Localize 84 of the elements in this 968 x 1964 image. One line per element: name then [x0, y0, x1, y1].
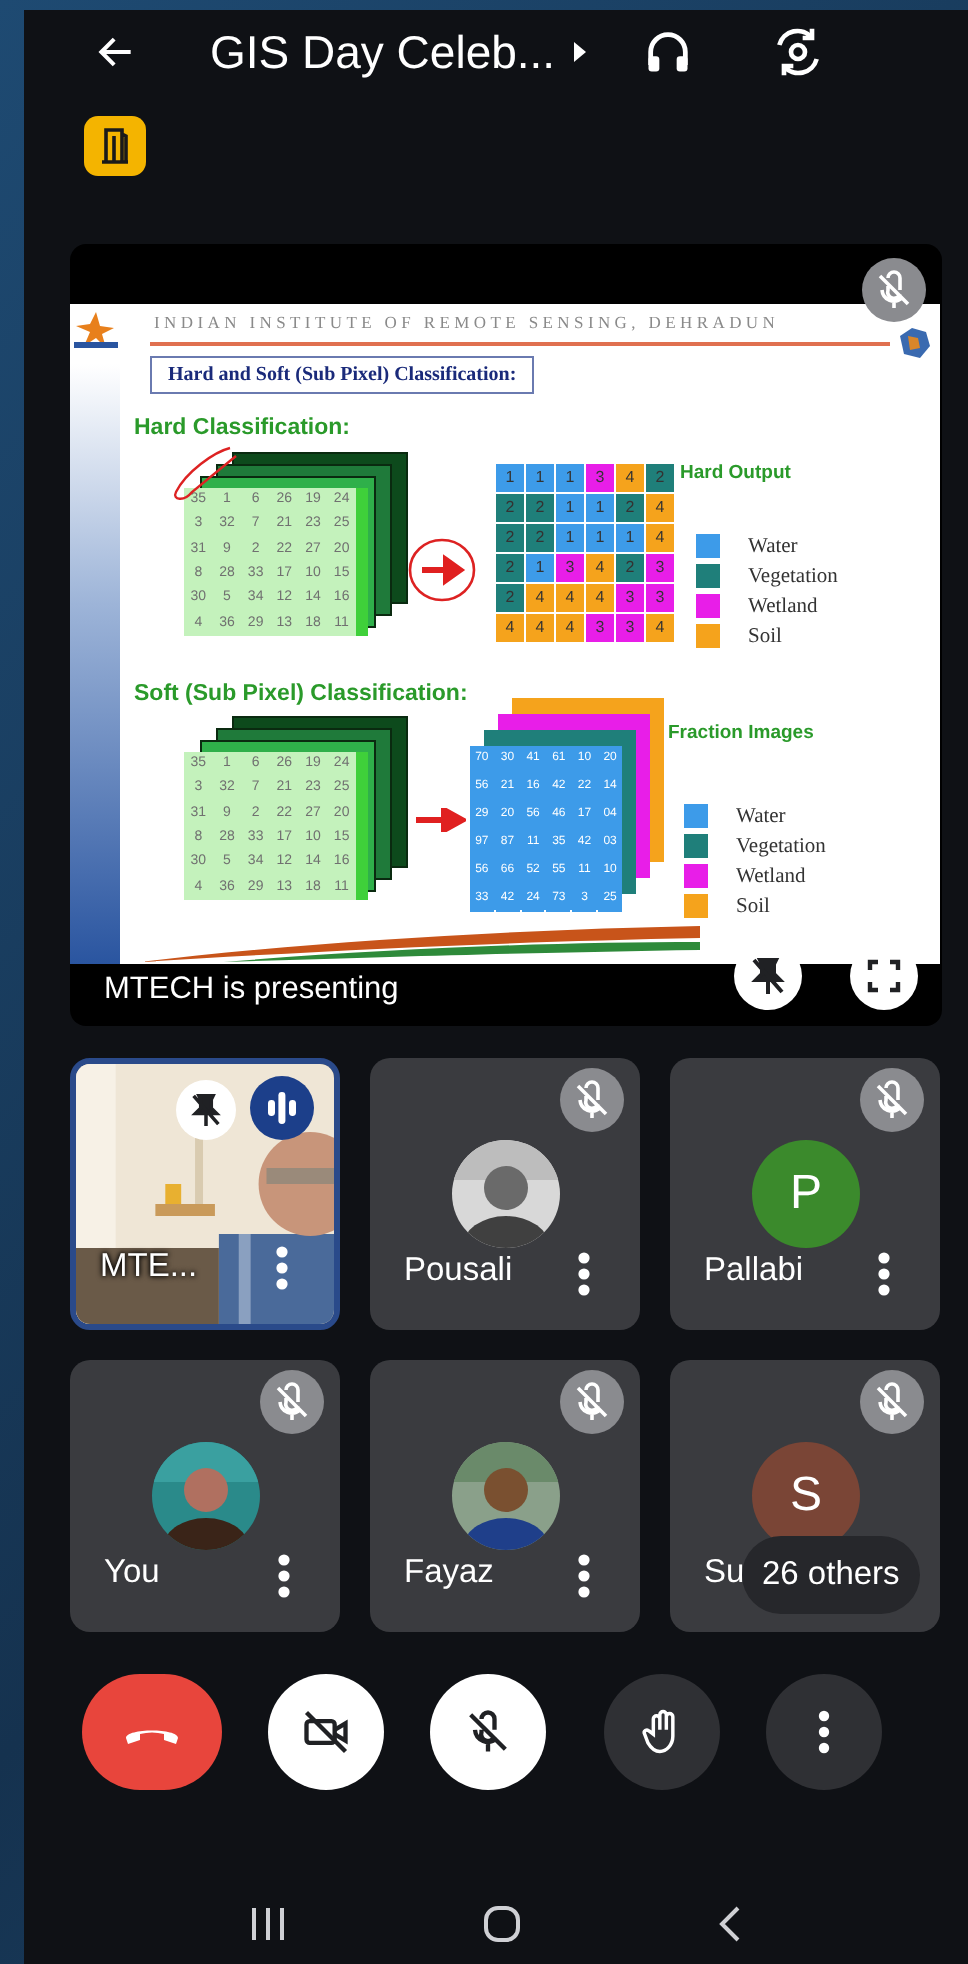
grid-cell: 4: [556, 584, 584, 612]
participant-name: Pallabi: [704, 1252, 804, 1290]
grid-cell: 2: [526, 494, 554, 522]
participant-name: Su: [704, 1554, 745, 1592]
meeting-title[interactable]: GIS Day Celeb...: [210, 25, 556, 79]
grid-cell: 3: [556, 554, 584, 582]
grid-cell: 2: [526, 524, 554, 552]
grid-cell: 4: [496, 614, 524, 642]
legend-label: Water: [736, 805, 786, 827]
map-logo-icon: [896, 324, 932, 360]
grid-cell: 4: [556, 614, 584, 642]
grid-cell: 4: [646, 494, 674, 522]
logo-icon: [74, 310, 118, 350]
output-label: Fraction Images: [668, 722, 814, 744]
legend-label: Water: [748, 535, 798, 557]
output-label: Hard Output: [680, 462, 791, 484]
door-icon[interactable]: [84, 116, 146, 176]
grid-cell: 1: [556, 464, 584, 492]
more-options-icon[interactable]: [576, 1250, 592, 1298]
grid-cell: 3: [586, 464, 614, 492]
slide-title: Hard and Soft (Sub Pixel) Classification:: [150, 356, 535, 394]
more-vertical-icon: [818, 1710, 830, 1754]
grid-cell: 1: [496, 464, 524, 492]
grid-cell: 2: [496, 524, 524, 552]
participant-tile[interactable]: S Su 26 others: [670, 1360, 940, 1632]
participant-name: MTE...: [100, 1248, 198, 1286]
participant-name: Fayaz: [404, 1554, 494, 1592]
grid-cell: 1: [586, 494, 614, 522]
presenting-caption: MTECH is presenting: [104, 972, 399, 1008]
grid-cell: 3: [586, 614, 614, 642]
grid-cell: 1: [556, 494, 584, 522]
participant-tile[interactable]: Fayaz: [370, 1360, 640, 1632]
more-options-icon[interactable]: [274, 1244, 290, 1292]
grid-cell: 1: [616, 524, 644, 552]
grid-cell: 4: [646, 614, 674, 642]
legend-label: Wetland: [748, 595, 818, 617]
participant-tile[interactable]: P Pallabi: [670, 1058, 940, 1330]
participant-tile[interactable]: Pousali: [370, 1058, 640, 1330]
legend-label: Vegetation: [736, 835, 826, 857]
participant-name: Pousali: [404, 1252, 513, 1290]
section-heading: Hard Classification:: [134, 416, 350, 440]
grid-cell: 3: [646, 584, 674, 612]
participant-tile[interactable]: MTE...: [70, 1058, 340, 1330]
grid-cell: 3: [616, 584, 644, 612]
annotation-scribble: [170, 444, 242, 504]
grid-cell: 2: [616, 494, 644, 522]
others-count-chip[interactable]: 26 others: [742, 1536, 920, 1614]
more-options-icon[interactable]: [576, 1552, 592, 1600]
grid-cell: 1: [586, 524, 614, 552]
grid-cell: 4: [526, 614, 554, 642]
legend-label: Soil: [748, 625, 782, 647]
back-icon[interactable]: [715, 1904, 744, 1944]
grid-cell: 4: [526, 584, 554, 612]
arrow-icon: [414, 808, 466, 832]
legend-label: Vegetation: [748, 565, 838, 587]
participant-name: You: [104, 1554, 160, 1592]
grid-cell: 1: [556, 524, 584, 552]
recent-apps-icon[interactable]: [248, 1906, 289, 1942]
participant-tile[interactable]: You: [70, 1360, 340, 1632]
avatar: P: [752, 1140, 860, 1248]
grid-cell: 2: [496, 554, 524, 582]
institute-header: INDIAN INSTITUTE OF REMOTE SENSING, DEHRADUN: [154, 312, 780, 332]
grid-cell: 3: [646, 554, 674, 582]
pin-off-icon[interactable]: [176, 1080, 236, 1140]
home-icon[interactable]: [481, 1904, 522, 1944]
grid-cell: 1: [526, 554, 554, 582]
legend-label: Wetland: [736, 865, 806, 887]
camera-off-icon: [300, 1706, 352, 1758]
grid-cell: 4: [646, 524, 674, 552]
grid-cell: 4: [586, 554, 614, 582]
grid-cell: 2: [646, 464, 674, 492]
grid-cell: 4: [586, 584, 614, 612]
grid-cell: 4: [616, 464, 644, 492]
grid-cell: 2: [496, 584, 524, 612]
legend-label: Soil: [736, 895, 770, 917]
audio-level-icon: [250, 1076, 314, 1140]
more-options-icon[interactable]: [876, 1250, 892, 1298]
grid-cell: 3: [616, 614, 644, 642]
caret-icon[interactable]: [571, 40, 588, 64]
grid-cell: 1: [526, 464, 554, 492]
grid-cell: 2: [616, 554, 644, 582]
section-heading: Soft (Sub Pixel) Classification:: [134, 682, 468, 706]
grid-cell: 2: [496, 494, 524, 522]
more-options-icon[interactable]: [276, 1552, 292, 1600]
